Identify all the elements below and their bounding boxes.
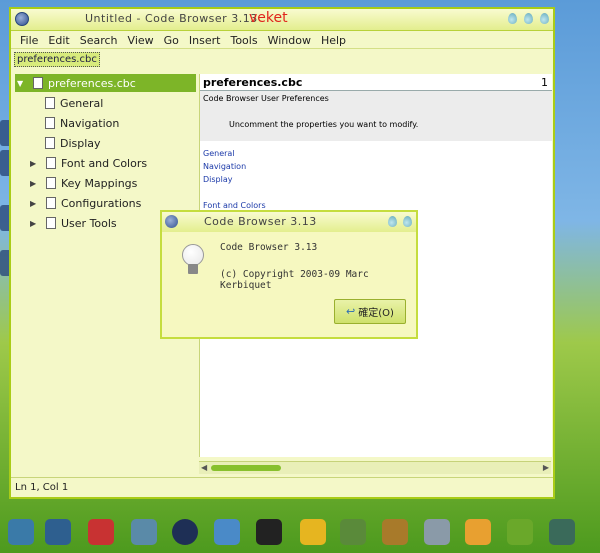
document-icon: [45, 137, 55, 149]
menu-search[interactable]: Search: [75, 31, 123, 48]
taskbar-app-icon[interactable]: [131, 519, 157, 545]
horizontal-scrollbar[interactable]: ◀ ▶: [199, 461, 551, 474]
app-icon[interactable]: [165, 215, 178, 228]
tree-item-user-tools[interactable]: ▶ User Tools: [30, 214, 117, 232]
taskbar-app-icon[interactable]: [549, 519, 575, 545]
menu-edit[interactable]: Edit: [43, 31, 74, 48]
taskbar-app-icon[interactable]: [214, 519, 240, 545]
ok-arrow-icon: ↩: [346, 305, 356, 318]
taskbar-app-icon[interactable]: [256, 519, 282, 545]
editor-header: preferences.cbc 1: [200, 74, 552, 91]
taskbar-app-icon[interactable]: [8, 519, 34, 545]
expand-icon[interactable]: ▶: [30, 179, 38, 188]
prefs-header-box: Code Browser User Preferences Uncomment …: [200, 91, 552, 141]
tree-item-label: General: [60, 96, 104, 110]
document-icon: [46, 197, 56, 209]
bulb-base: [188, 264, 198, 274]
title-bar[interactable]: Untitled - Code Browser 3.13 veket: [11, 9, 553, 31]
menu-view[interactable]: View: [123, 31, 159, 48]
expand-icon[interactable]: ▶: [30, 219, 38, 228]
taskbar-app-icon[interactable]: [465, 519, 491, 545]
menu-help[interactable]: Help: [316, 31, 351, 48]
tree-item-root[interactable]: ▼ preferences.cbc: [15, 74, 196, 92]
document-icon: [45, 117, 55, 129]
taskbar: [0, 510, 600, 553]
tree-item-configurations[interactable]: ▶ Configurations: [30, 194, 141, 212]
document-icon: [46, 177, 56, 189]
brand-label: veket: [249, 10, 288, 26]
window-title: Untitled - Code Browser 3.13: [85, 12, 258, 25]
tree-item-label: User Tools: [61, 216, 117, 230]
ok-label: 確定(O): [358, 308, 394, 319]
menu-tools[interactable]: Tools: [225, 31, 262, 48]
link-navigation[interactable]: Navigation: [203, 160, 552, 173]
taskbar-app-icon[interactable]: [88, 519, 114, 545]
taskbar-app-icon[interactable]: [424, 519, 450, 545]
minimize-icon[interactable]: [388, 216, 397, 227]
tab-preferences[interactable]: preferences.cbc: [14, 52, 100, 67]
status-bar: Ln 1, Col 1: [11, 477, 553, 497]
expand-icon[interactable]: ▶: [30, 199, 38, 208]
tree-item-general[interactable]: General: [45, 94, 103, 112]
link-display[interactable]: Display: [203, 173, 552, 186]
tree-item-key-mappings[interactable]: ▶ Key Mappings: [30, 174, 137, 192]
menu-file[interactable]: File: [15, 31, 43, 48]
taskbar-app-icon[interactable]: [172, 519, 198, 545]
taskbar-app-icon[interactable]: [507, 519, 533, 545]
menu-go[interactable]: Go: [159, 31, 184, 48]
tab-bar: preferences.cbc: [11, 49, 553, 69]
close-icon[interactable]: [403, 216, 412, 227]
cursor-position: Ln 1, Col 1: [15, 482, 69, 493]
dialog-title-bar[interactable]: Code Browser 3.13: [162, 212, 416, 232]
dialog-copyright: (c) Copyright 2003-09 Marc Kerbiquet: [220, 269, 369, 291]
prefs-heading: Code Browser User Preferences: [203, 94, 329, 103]
taskbar-app-icon[interactable]: [300, 519, 326, 545]
dialog-app-name: Code Browser 3.13: [220, 242, 318, 253]
tree-item-font-colors[interactable]: ▶ Font and Colors: [30, 154, 147, 172]
line-indicator: 1: [541, 76, 548, 89]
taskbar-app-icon[interactable]: [45, 519, 71, 545]
tree-item-label: Display: [60, 136, 101, 150]
document-icon: [46, 157, 56, 169]
collapse-icon[interactable]: ▼: [17, 79, 25, 88]
link-general[interactable]: General: [203, 147, 552, 160]
tree-item-label: Navigation: [60, 116, 120, 130]
dialog-title: Code Browser 3.13: [204, 215, 317, 228]
maximize-icon[interactable]: [524, 13, 533, 24]
menu-insert[interactable]: Insert: [184, 31, 226, 48]
app-icon[interactable]: [15, 12, 29, 26]
tree-item-navigation[interactable]: Navigation: [45, 114, 119, 132]
menu-bar: File Edit Search View Go Insert Tools Wi…: [11, 31, 553, 49]
minimize-icon[interactable]: [508, 13, 517, 24]
tree-root-label: preferences.cbc: [48, 76, 136, 90]
menu-window[interactable]: Window: [263, 31, 316, 48]
document-icon: [45, 97, 55, 109]
document-icon: [46, 217, 56, 229]
taskbar-app-icon[interactable]: [340, 519, 366, 545]
scroll-right-icon[interactable]: ▶: [543, 463, 549, 472]
expand-icon[interactable]: ▶: [30, 159, 38, 168]
ok-button[interactable]: ↩ 確定(O): [334, 299, 406, 324]
taskbar-app-icon[interactable]: [382, 519, 408, 545]
document-icon: [33, 77, 43, 89]
bulb-icon: [182, 244, 204, 266]
about-dialog: Code Browser 3.13 Code Browser 3.13 (c) …: [160, 210, 418, 339]
scroll-thumb[interactable]: [211, 465, 281, 471]
tree-item-label: Font and Colors: [61, 156, 148, 170]
prefs-note: Uncomment the properties you want to mod…: [229, 120, 419, 129]
tree-item-label: Configurations: [61, 196, 142, 210]
tree-item-label: Key Mappings: [61, 176, 138, 190]
tree-item-display[interactable]: Display: [45, 134, 101, 152]
editor-filename: preferences.cbc: [203, 76, 303, 89]
close-icon[interactable]: [540, 13, 549, 24]
scroll-left-icon[interactable]: ◀: [201, 463, 207, 472]
